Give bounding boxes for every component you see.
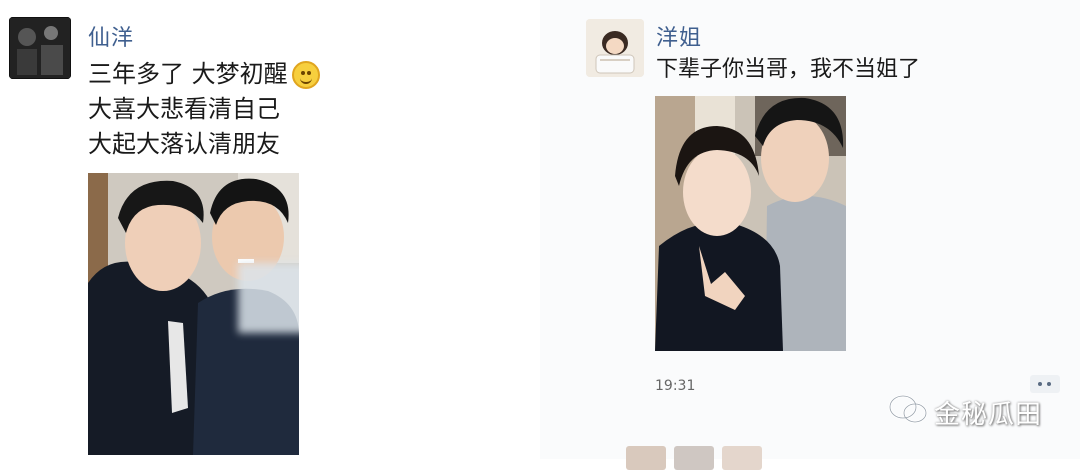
right-author-name[interactable]: 洋姐 bbox=[656, 20, 702, 52]
left-post-panel: 仙洋 三年多了 大梦初醒 大喜大悲看清自己 大起大落认清朋友 bbox=[0, 0, 540, 459]
right-author-avatar[interactable] bbox=[586, 19, 644, 77]
comment-thumbnail-2[interactable] bbox=[674, 446, 714, 470]
left-post-photo[interactable] bbox=[88, 173, 299, 455]
right-post-text: 下辈子你当哥，我不当姐了 bbox=[656, 57, 921, 82]
post-text-line-1-text: 三年多了 大梦初醒 bbox=[88, 60, 288, 88]
right-post-panel: 洋姐 下辈子你当哥，我不当姐了 19:31 bbox=[540, 0, 1080, 470]
post-text-line-2: 大喜大悲看清自己 bbox=[88, 95, 280, 123]
right-post-photo[interactable] bbox=[655, 96, 846, 351]
post-timestamp: 19:31 bbox=[655, 378, 696, 394]
comment-thumbnail-1[interactable] bbox=[626, 446, 666, 470]
more-options-icon[interactable] bbox=[1030, 375, 1060, 393]
grin-emoji-icon bbox=[291, 61, 320, 89]
comment-thumbnail-3[interactable] bbox=[722, 446, 762, 470]
wechat-logo-icon bbox=[888, 393, 930, 431]
left-author-name[interactable]: 仙洋 bbox=[88, 20, 134, 52]
post-text-line-1: 三年多了 大梦初醒 bbox=[88, 58, 320, 90]
left-author-avatar[interactable] bbox=[9, 17, 71, 79]
post-text-line-3: 大起大落认清朋友 bbox=[88, 130, 280, 158]
blurred-region bbox=[238, 263, 299, 333]
watermark-text: 金秘瓜田 bbox=[934, 400, 1043, 430]
